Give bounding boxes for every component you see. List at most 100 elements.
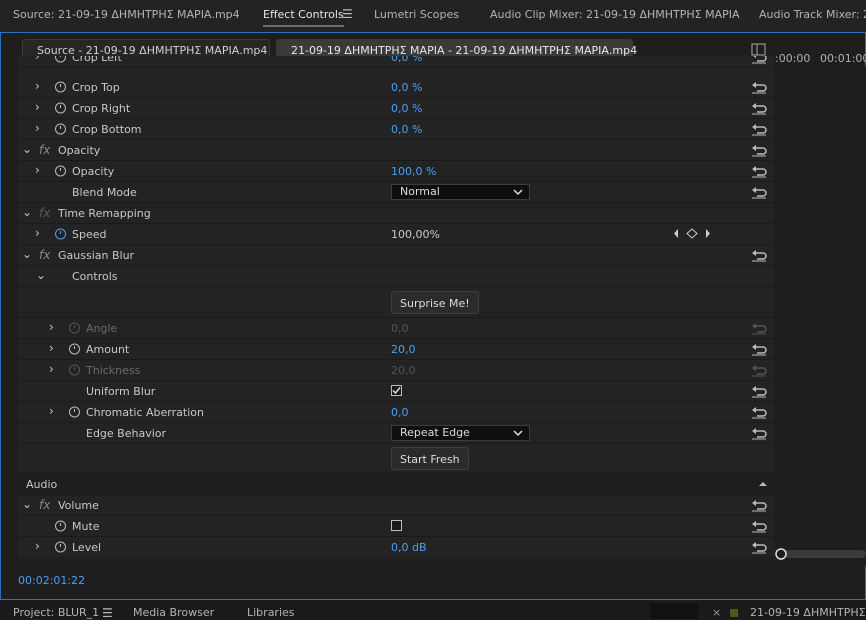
project-menu-icon[interactable]: ☰: [102, 606, 113, 620]
reset-icon[interactable]: [751, 426, 767, 440]
reset-icon[interactable]: [751, 143, 767, 157]
reset-icon[interactable]: [751, 498, 767, 512]
crop-top-value[interactable]: 0,0 %: [391, 81, 422, 94]
row-mute: Mute: [18, 516, 774, 537]
row-crop-left: › Crop Left 0,0 %: [18, 56, 774, 68]
expand-chevron-icon[interactable]: ›: [49, 405, 59, 417]
reset-icon[interactable]: [751, 248, 767, 262]
stopwatch-icon[interactable]: [54, 101, 67, 114]
stopwatch-icon[interactable]: [54, 540, 67, 553]
chromatic-aberration-value[interactable]: 0,0: [391, 406, 409, 419]
reset-icon[interactable]: [751, 56, 767, 64]
stopwatch-icon[interactable]: [68, 363, 81, 376]
fx-icon[interactable]: fx: [39, 206, 50, 220]
tab-effect-controls[interactable]: Effect Controls: [263, 8, 344, 27]
row-opacity: › Opacity 100,0 %: [18, 161, 774, 182]
expand-chevron-icon[interactable]: ›: [35, 227, 45, 239]
blend-mode-dropdown[interactable]: Normal: [391, 184, 530, 200]
tab-audio-clip-mixer[interactable]: Audio Clip Mixer: 21-09-19 ΔΗΜΗΤΡΗΣ ΜΑΡΙ…: [490, 8, 740, 21]
stopwatch-icon[interactable]: [54, 164, 67, 177]
level-value[interactable]: 0,0 dB: [391, 541, 427, 554]
row-uniform-blur: Uniform Blur: [18, 381, 774, 402]
speed-value[interactable]: 100,00%: [391, 228, 440, 241]
reset-icon[interactable]: [751, 405, 767, 419]
expand-chevron-icon[interactable]: ›: [35, 101, 45, 113]
expand-chevron-icon[interactable]: ›: [35, 540, 45, 552]
fx-icon[interactable]: fx: [39, 248, 50, 262]
collapse-chevron-icon[interactable]: ⌄: [22, 143, 32, 155]
timeline-ruler[interactable]: :00:00 00:01:00: [775, 40, 866, 66]
surprise-me-button[interactable]: Surprise Me!: [391, 291, 479, 314]
keyframe-navigator-icon[interactable]: [673, 227, 717, 240]
timeline-zoom-scrollbar[interactable]: [775, 547, 866, 561]
reset-icon[interactable]: [751, 342, 767, 356]
stopwatch-active-icon[interactable]: [54, 227, 67, 240]
crop-top-label: Crop Top: [72, 81, 120, 94]
start-fresh-button[interactable]: Start Fresh: [391, 447, 469, 470]
tab-source-monitor[interactable]: Source: 21-09-19 ΔΗΜΗΤΡΗΣ ΜΑΡΙΑ.mp4: [13, 8, 240, 21]
stopwatch-icon[interactable]: [54, 519, 67, 532]
collapse-up-icon[interactable]: [758, 480, 768, 488]
row-crop-bottom: › Crop Bottom 0,0 %: [18, 119, 774, 140]
reset-icon[interactable]: [751, 164, 767, 178]
controls-label: Controls: [72, 270, 118, 283]
tab-sequence[interactable]: 21-09-19 ΔΗΜΗΤΡΗΣ ΜΑ: [750, 606, 866, 619]
expand-chevron-icon[interactable]: ›: [49, 342, 59, 354]
row-thickness: › Thickness 20,0: [18, 360, 774, 381]
close-sequence-icon[interactable]: ×: [712, 606, 721, 619]
reset-icon[interactable]: [751, 80, 767, 94]
crop-right-value[interactable]: 0,0 %: [391, 102, 422, 115]
row-surprise: Surprise Me!: [18, 287, 774, 318]
expand-chevron-icon[interactable]: ›: [35, 164, 45, 176]
reset-icon[interactable]: [751, 519, 767, 533]
fx-icon[interactable]: fx: [39, 498, 50, 512]
reset-icon[interactable]: [751, 185, 767, 199]
chevron-down-icon: [513, 430, 523, 437]
reset-icon[interactable]: [751, 384, 767, 398]
audio-section-label: Audio: [26, 478, 58, 491]
expand-chevron-icon[interactable]: ›: [49, 363, 59, 375]
tab-libraries[interactable]: Libraries: [247, 606, 295, 619]
reset-icon[interactable]: [751, 101, 767, 115]
crop-left-value[interactable]: 0,0 %: [391, 56, 422, 64]
ruler-time-2: 00:01:00: [820, 52, 866, 65]
stopwatch-icon[interactable]: [54, 80, 67, 93]
amount-value[interactable]: 20,0: [391, 343, 416, 356]
expand-chevron-icon[interactable]: ›: [35, 56, 45, 62]
row-gaussian-blur: ⌄ fx Gaussian Blur: [18, 245, 774, 266]
toggle-timeline-icon[interactable]: [751, 43, 767, 57]
stopwatch-icon[interactable]: [68, 342, 81, 355]
opacity-value[interactable]: 100,0 %: [391, 165, 436, 178]
checkmark-icon: [392, 387, 401, 395]
reset-icon[interactable]: [751, 540, 767, 554]
tab-audio-track-mixer[interactable]: Audio Track Mixer: 21-09: [759, 8, 866, 21]
stopwatch-icon[interactable]: [54, 122, 67, 135]
row-audio-section: Audio: [18, 474, 774, 495]
edge-behavior-dropdown[interactable]: Repeat Edge: [391, 425, 530, 441]
reset-icon[interactable]: [751, 122, 767, 136]
expand-chevron-icon[interactable]: ›: [35, 80, 45, 92]
expand-chevron-icon[interactable]: ›: [49, 321, 59, 333]
panel-menu-icon[interactable]: ☰: [342, 7, 353, 21]
fx-icon[interactable]: fx: [39, 143, 50, 157]
collapse-chevron-icon[interactable]: ⌄: [22, 498, 32, 510]
stopwatch-icon[interactable]: [68, 405, 81, 418]
collapse-chevron-icon[interactable]: ⌄: [36, 269, 46, 281]
blend-mode-label: Blend Mode: [72, 186, 137, 199]
mute-checkbox[interactable]: [391, 520, 402, 531]
crop-right-label: Crop Right: [72, 102, 131, 115]
current-timecode[interactable]: 00:02:01:22: [18, 574, 85, 587]
tab-media-browser[interactable]: Media Browser: [133, 606, 214, 619]
effect-timeline-area[interactable]: [775, 66, 866, 566]
stopwatch-icon[interactable]: [54, 56, 67, 63]
collapse-chevron-icon[interactable]: ⌄: [22, 248, 32, 260]
stopwatch-icon[interactable]: [68, 321, 81, 334]
thickness-label: Thickness: [86, 364, 141, 377]
expand-chevron-icon[interactable]: ›: [35, 122, 45, 134]
tab-project[interactable]: Project: BLUR_1: [13, 606, 99, 619]
time-remapping-label: Time Remapping: [58, 207, 151, 220]
crop-bottom-value[interactable]: 0,0 %: [391, 123, 422, 136]
collapse-chevron-icon[interactable]: ⌄: [22, 206, 32, 218]
uniform-blur-checkbox[interactable]: [391, 385, 402, 396]
tab-lumetri-scopes[interactable]: Lumetri Scopes: [374, 8, 459, 21]
